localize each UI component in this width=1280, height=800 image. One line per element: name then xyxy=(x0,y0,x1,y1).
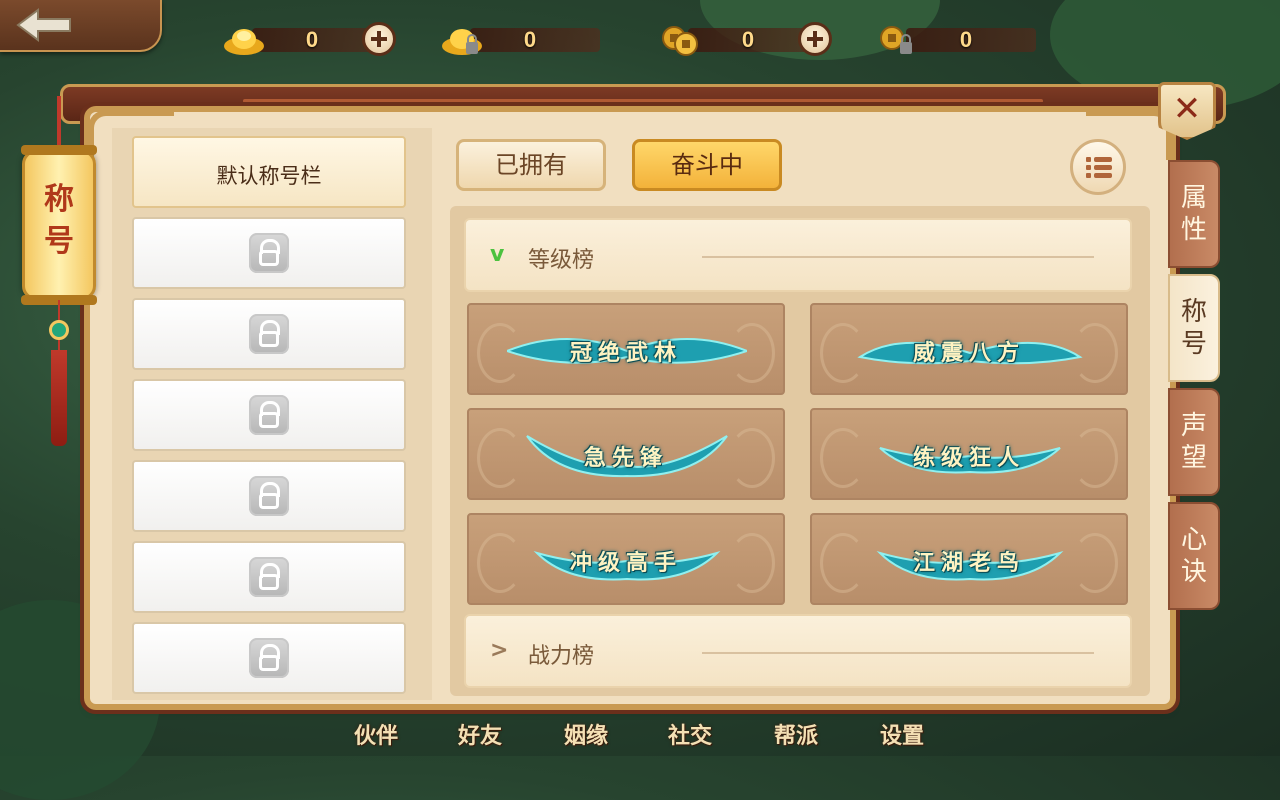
gold-ingot-icon xyxy=(224,29,264,55)
lock-icon xyxy=(249,476,289,516)
slot-locked[interactable] xyxy=(132,460,406,532)
add-copper-button[interactable] xyxy=(798,22,832,56)
title-text: 江湖老鸟 xyxy=(912,550,1025,576)
nav-marriage[interactable]: 姻缘 xyxy=(564,718,608,750)
side-tab-titles[interactable]: 称号 xyxy=(1168,274,1220,382)
lantern-label-text: 称号 xyxy=(44,182,74,259)
side-tab-reputation[interactable]: 声望 xyxy=(1168,388,1220,496)
jade-bead-icon xyxy=(49,320,69,340)
section-level-ranking[interactable]: v 等级榜 xyxy=(464,218,1132,292)
title-text: 威震八方 xyxy=(912,340,1025,366)
section-power-ranking[interactable]: > 战力榜 xyxy=(464,614,1132,688)
section-label: 等级榜 xyxy=(528,248,595,273)
divider xyxy=(702,652,1094,654)
title-card[interactable]: 冠绝武林 xyxy=(467,303,785,395)
title-text: 冲级高手 xyxy=(569,550,682,576)
lock-icon xyxy=(249,314,289,354)
locked-copper-coin-icon xyxy=(880,26,912,54)
title-card[interactable]: 威震八方 xyxy=(810,303,1128,395)
title-card[interactable]: 冲级高手 xyxy=(467,513,785,605)
tab-striving[interactable]: 奋斗中 xyxy=(632,139,782,191)
lock-icon xyxy=(249,233,289,273)
side-tab-label: 称号 xyxy=(1180,297,1207,359)
tassel-icon xyxy=(51,350,67,446)
divider xyxy=(702,256,1094,258)
slot-locked[interactable] xyxy=(132,217,406,289)
currency-value: 0 xyxy=(741,27,755,52)
back-arrow-icon xyxy=(16,8,71,42)
add-gold-button[interactable] xyxy=(362,22,396,56)
title-text: 急先锋 xyxy=(583,445,668,471)
side-tab-label: 心诀 xyxy=(1180,525,1207,587)
nav-guild[interactable]: 帮派 xyxy=(774,718,818,750)
currency-value: 0 xyxy=(523,27,537,52)
nav-settings[interactable]: 设置 xyxy=(880,718,924,750)
currency-value: 0 xyxy=(959,27,973,52)
chevron-down-icon: v xyxy=(490,242,505,267)
lantern-string xyxy=(57,96,61,152)
slot-default[interactable]: 默认称号栏 xyxy=(132,136,406,208)
slot-locked[interactable] xyxy=(132,379,406,451)
section-label: 战力榜 xyxy=(528,644,595,669)
copper-coin-icon xyxy=(662,26,698,56)
title-slot-list: 默认称号栏 xyxy=(112,128,432,700)
title-card[interactable]: 练级狂人 xyxy=(810,408,1128,500)
tab-owned[interactable]: 已拥有 xyxy=(456,139,606,191)
slot-locked[interactable] xyxy=(132,298,406,370)
lantern-title-banner: 称号 xyxy=(21,145,97,305)
title-card[interactable]: 江湖老鸟 xyxy=(810,513,1128,605)
slot-locked[interactable] xyxy=(132,541,406,613)
close-icon: ✕ xyxy=(1172,89,1202,129)
back-button[interactable] xyxy=(0,0,162,52)
currency-value: 0 xyxy=(305,27,319,52)
side-tab-heart-formula[interactable]: 心诀 xyxy=(1168,502,1220,610)
side-tab-label: 声望 xyxy=(1180,411,1207,473)
title-card[interactable]: 急先锋 xyxy=(467,408,785,500)
nav-social[interactable]: 社交 xyxy=(668,718,712,750)
locked-gold-ingot-icon xyxy=(442,29,482,55)
lock-icon xyxy=(249,395,289,435)
lock-icon xyxy=(249,557,289,597)
side-tab-label: 属性 xyxy=(1180,183,1207,245)
slot-locked[interactable] xyxy=(132,622,406,694)
list-icon xyxy=(1086,157,1112,178)
list-view-button[interactable] xyxy=(1070,139,1126,195)
title-text: 冠绝武林 xyxy=(569,340,682,366)
nav-friends[interactable]: 好友 xyxy=(458,718,502,750)
side-tab-attributes[interactable]: 属性 xyxy=(1168,160,1220,268)
lock-icon xyxy=(249,638,289,678)
slot-default-label: 默认称号栏 xyxy=(216,164,322,188)
nav-partners[interactable]: 伙伴 xyxy=(354,718,398,750)
chevron-right-icon: > xyxy=(490,638,509,663)
lantern-label: 称号 xyxy=(25,179,93,263)
title-text: 练级狂人 xyxy=(912,445,1025,471)
